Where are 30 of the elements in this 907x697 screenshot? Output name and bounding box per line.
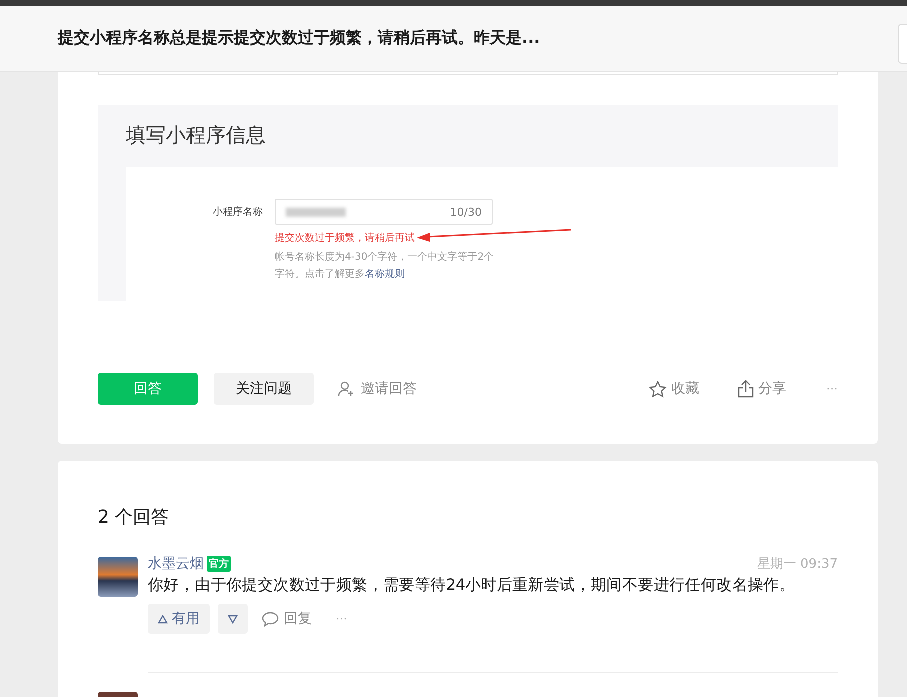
official-badge: 官方 (207, 556, 231, 572)
share-icon (738, 380, 754, 398)
blurred-text (286, 208, 346, 216)
error-message: 提交次数过于频繁，请稍后再试 (275, 232, 415, 245)
add-person-icon (338, 381, 356, 397)
triangle-up-icon (158, 614, 168, 624)
answers-count: 2 个回答 (98, 506, 170, 530)
hint-text: 帐号名称长度为4-30个字符，一个中文字等于2个字符。点击了解更多名称规则 (275, 250, 495, 282)
char-counter: 10/30 (450, 206, 482, 218)
avatar-photo (98, 557, 138, 597)
more-button[interactable]: ··· (826, 373, 838, 405)
speech-bubble-icon (262, 612, 279, 626)
author-name[interactable]: 水墨云烟 (148, 555, 204, 573)
star-icon (648, 380, 667, 398)
answer-text: 你好，由于你提交次数过于频繁，需要等待24小时后重新尝试，期间不要进行任何改名操作。 (148, 575, 796, 596)
field-label: 小程序名称 (212, 206, 263, 219)
invite-button[interactable]: 邀请回答 (338, 373, 417, 405)
answer-time: 星期一 09:37 (757, 556, 838, 573)
useful-button[interactable]: 有用 (148, 604, 210, 634)
question-title: 提交小程序名称总是提示提交次数过于频繁，请稍后再试。昨天是... (58, 28, 540, 49)
rules-link[interactable]: 名称规则 (365, 269, 405, 280)
follow-button[interactable]: 关注问题 (214, 373, 314, 405)
form-title: 填写小程序信息 (125, 122, 267, 149)
triangle-down-icon (228, 614, 238, 624)
answer-button[interactable]: 回答 (98, 373, 198, 405)
downvote-button[interactable] (218, 604, 248, 634)
reply-button[interactable]: 回复 (262, 603, 312, 635)
favorite-button[interactable]: 收藏 (648, 373, 700, 405)
more-button[interactable]: ··· (336, 612, 348, 626)
share-button[interactable]: 分享 (738, 373, 787, 405)
